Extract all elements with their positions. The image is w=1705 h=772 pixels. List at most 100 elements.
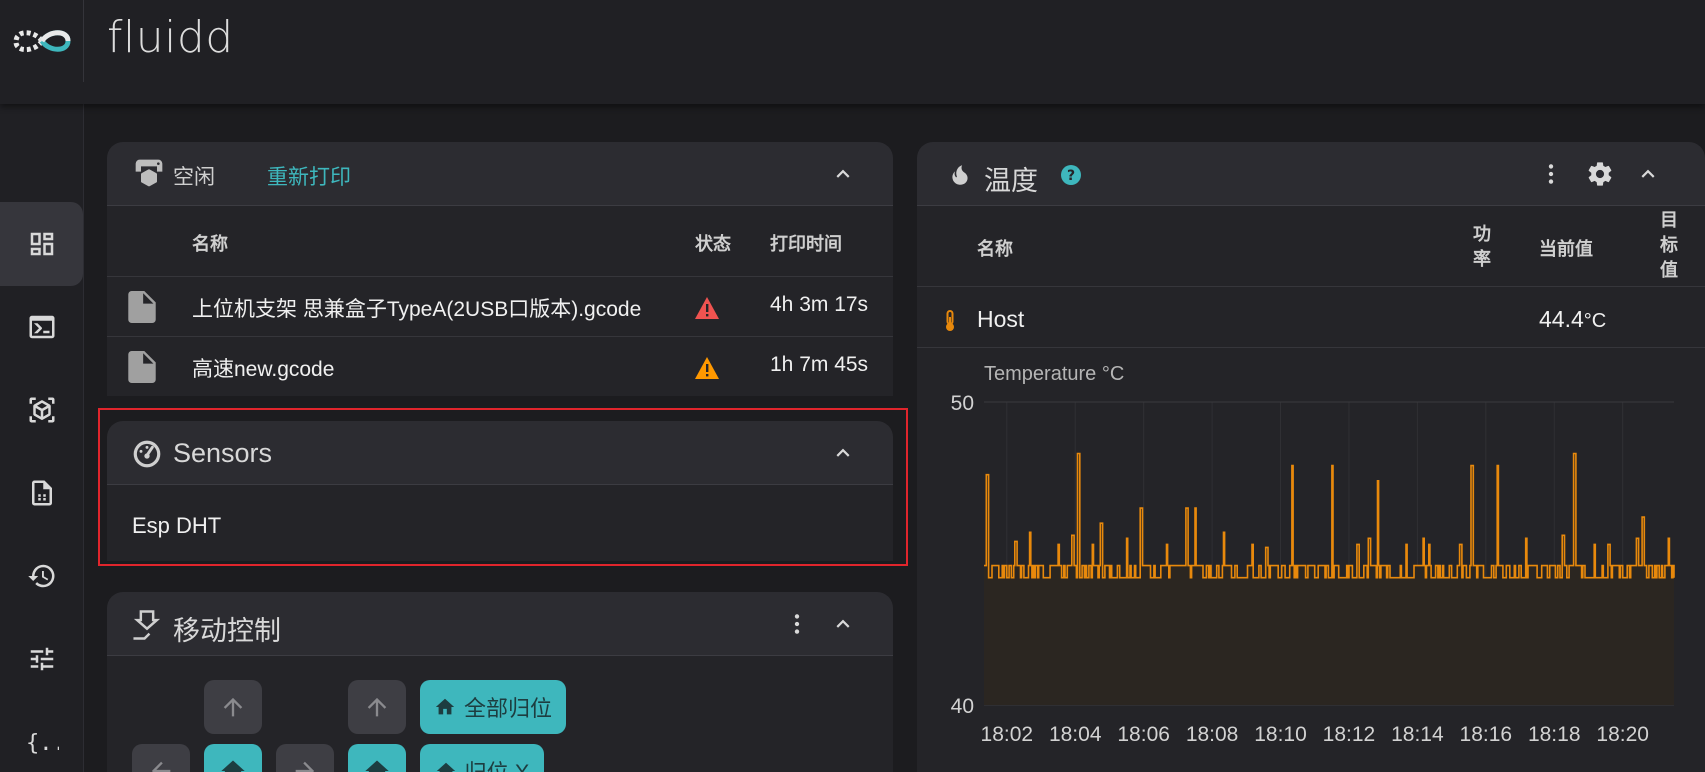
x-tick-label: 18:12 <box>1323 723 1376 746</box>
chevron-up-icon <box>836 448 850 457</box>
job-name: 高速new.gcode <box>192 358 335 381</box>
status-card: 空闲 重新打印 名称 状态 打印时间 上位机支架 思兼盒子TypeA(2USB口… <box>107 142 893 396</box>
dots-vertical-icon <box>794 614 800 634</box>
sidebar-item-history[interactable] <box>0 534 84 618</box>
motion-menu-button[interactable] <box>783 610 811 638</box>
alert-orange-icon <box>694 356 720 380</box>
temperature-chart[interactable]: Temperature °C 50 40 18:02 18:04 18:06 18:08… <box>916 360 1705 772</box>
sensors-card: Sensors Esp DHT <box>107 421 893 561</box>
console-icon <box>29 315 55 339</box>
fluidd-logo-icon <box>13 30 71 53</box>
home-icon <box>435 698 455 715</box>
y-tick-label: 40 <box>951 695 974 718</box>
sidebar-item-jobs[interactable] <box>0 368 84 452</box>
code-braces-icon: {..} <box>26 731 59 756</box>
home-x-label: 归位 X <box>465 755 530 772</box>
home-x-button[interactable]: 归位 X <box>420 744 544 772</box>
cube-scan-icon <box>29 397 55 423</box>
file-icon <box>127 350 157 384</box>
gauge-icon <box>131 438 163 470</box>
x-tick-label: 18:18 <box>1528 723 1581 746</box>
collapse-sensors-button[interactable] <box>829 439 857 467</box>
x-tick-label: 18:14 <box>1391 723 1444 746</box>
chevron-up-icon <box>1641 169 1655 178</box>
arrow-up-icon <box>367 697 387 717</box>
app-title: fluidd <box>107 12 234 63</box>
x-tick-label: 18:16 <box>1460 723 1513 746</box>
reprint-button[interactable]: 重新打印 <box>267 161 351 191</box>
home-xy-button[interactable] <box>204 744 262 772</box>
column-header-name: 名称 <box>192 234 228 254</box>
job-time: 4h 3m 17s <box>770 293 869 316</box>
x-tick-label: 18:04 <box>1049 723 1102 746</box>
printer-3d-icon <box>132 156 166 190</box>
temp-column-power: 功 率 <box>1473 224 1491 269</box>
collapse-temperature-button[interactable] <box>1634 160 1662 188</box>
home-icon <box>221 760 245 772</box>
temp-column-name: 名称 <box>977 239 1013 259</box>
temperature-title: 温度 <box>984 166 1038 196</box>
logo[interactable] <box>0 0 84 82</box>
file-document-icon <box>32 480 52 506</box>
sensor-item: Esp DHT <box>132 513 222 538</box>
arrow-left-icon <box>151 761 171 772</box>
y-tick-label: 50 <box>951 392 974 415</box>
home-icon <box>365 760 389 772</box>
status-card-header: 空闲 重新打印 <box>107 142 893 206</box>
jog-z-up-button[interactable] <box>348 680 406 734</box>
home-all-button[interactable]: 全部归位 <box>420 680 566 734</box>
sidebar-item-console[interactable] <box>0 285 84 369</box>
chevron-up-icon <box>836 169 850 178</box>
thermometer-icon <box>942 308 958 334</box>
sidebar-item-files[interactable] <box>0 451 84 535</box>
move-icon <box>131 609 163 641</box>
sidebar-item-config[interactable]: {..} <box>0 700 84 772</box>
jog-x-left-button[interactable] <box>132 744 190 772</box>
temperature-settings-button[interactable] <box>1585 159 1615 189</box>
svg-text:?: ? <box>1067 168 1075 184</box>
sidebar: {..} <box>0 104 84 772</box>
x-tick-label: 18:20 <box>1596 723 1649 746</box>
tune-icon <box>30 647 54 671</box>
collapse-motion-button[interactable] <box>829 610 857 638</box>
home-all-label: 全部归位 <box>463 696 552 721</box>
sidebar-item-tune[interactable] <box>0 617 84 701</box>
file-icon <box>127 290 157 324</box>
jog-x-right-button[interactable] <box>276 744 334 772</box>
jog-y-up-button[interactable] <box>204 680 262 734</box>
home-z-button[interactable] <box>348 744 406 772</box>
sensors-card-header: Sensors <box>107 421 893 485</box>
arrow-right-icon <box>295 761 315 772</box>
motion-card-header: 移动控制 <box>107 592 893 656</box>
chevron-up-icon <box>836 619 850 628</box>
sensor-name: Host <box>977 306 1025 332</box>
help-icon[interactable]: ? <box>1060 164 1082 186</box>
fire-icon <box>945 159 975 191</box>
app-bar: fluidd <box>0 0 1705 104</box>
temperature-menu-button[interactable] <box>1537 160 1565 188</box>
sensors-title: Sensors <box>173 438 273 468</box>
y-axis-label: Temperature °C <box>984 363 1124 385</box>
x-tick-label: 18:08 <box>1186 723 1239 746</box>
alert-red-icon <box>694 296 720 320</box>
printer-state: 空闲 <box>173 166 215 189</box>
job-time: 1h 7m 45s <box>770 353 869 376</box>
svg-text:{..}: {..} <box>26 731 59 756</box>
dashboard-icon <box>30 232 54 256</box>
x-tick-label: 18:10 <box>1254 723 1307 746</box>
temp-column-target: 目 标 值 <box>1660 210 1678 280</box>
sidebar-item-dashboard[interactable] <box>0 202 84 286</box>
column-header-print-time: 打印时间 <box>770 234 842 254</box>
collapse-status-button[interactable] <box>829 160 857 188</box>
column-header-status: 状态 <box>695 234 731 254</box>
sensor-current-value: 44.4°C <box>1539 306 1607 332</box>
temperature-card-header: 温度 ? <box>917 142 1705 206</box>
dots-vertical-icon <box>1548 164 1554 184</box>
home-icon <box>436 762 455 772</box>
gear-icon <box>1588 162 1612 186</box>
motion-title: 移动控制 <box>173 616 281 646</box>
job-name: 上位机支架 思兼盒子TypeA(2USB口版本).gcode <box>192 298 642 321</box>
x-tick-label: 18:02 <box>981 723 1034 746</box>
motion-card: 移动控制 全部归位 归位 X <box>107 592 893 772</box>
temp-column-current: 当前值 <box>1539 239 1593 259</box>
